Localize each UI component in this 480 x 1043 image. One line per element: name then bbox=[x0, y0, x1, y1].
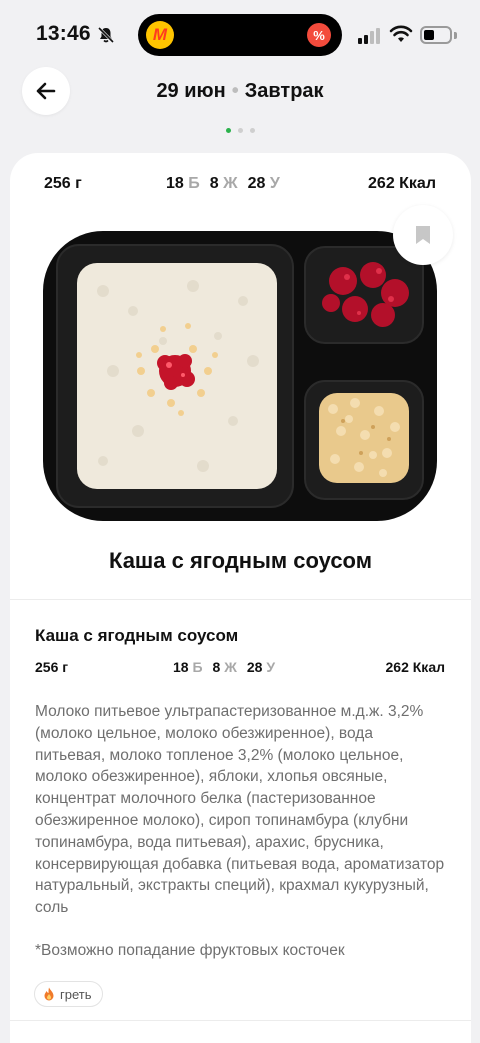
protein-value: 18 bbox=[173, 659, 189, 675]
fat-value: 8 bbox=[212, 659, 221, 675]
bottom-divider bbox=[10, 1020, 471, 1021]
details-macro-values: 18 Б 8 Ж 28 У bbox=[173, 659, 275, 675]
summary-carbs: 28 У bbox=[248, 175, 280, 193]
dish-photo bbox=[43, 231, 437, 521]
summary-protein: 18 Б bbox=[166, 175, 200, 193]
protein-letter: Б bbox=[192, 659, 203, 675]
page-dot-2 bbox=[237, 128, 243, 133]
island-badge-label: % bbox=[313, 27, 325, 43]
summary-macro-values: 18 Б 8 Ж 28 У bbox=[166, 175, 280, 193]
fat-letter: Ж bbox=[223, 175, 238, 192]
dynamic-island[interactable]: M % bbox=[138, 14, 342, 56]
details-kcal: 262 Ккал bbox=[385, 659, 445, 675]
island-app-letter: M bbox=[152, 25, 168, 44]
details-title: Каша с ягодным соусом bbox=[35, 626, 239, 645]
carbs-value: 28 bbox=[246, 659, 263, 675]
cellular-signal-icon bbox=[358, 28, 380, 44]
protein-letter: Б bbox=[188, 175, 200, 192]
protein-value: 18 bbox=[166, 175, 184, 192]
header-separator: • bbox=[231, 80, 239, 102]
fat-letter: Ж bbox=[224, 659, 237, 675]
pits-note: *Возможно попадание фруктовых косточек bbox=[35, 942, 345, 959]
carbs-letter: У bbox=[266, 659, 276, 675]
bookmark-icon bbox=[416, 226, 430, 244]
wifi-icon bbox=[389, 25, 413, 42]
ingredients-text: Молоко питьевое ультрапастеризованное м.… bbox=[35, 703, 445, 917]
bookmark-button[interactable] bbox=[393, 205, 453, 265]
bell-muted-icon bbox=[97, 26, 115, 44]
dish-card: 256 г 18 Б 8 Ж 28 У 262 Ккал Каша с ягод… bbox=[10, 153, 471, 1043]
divider bbox=[10, 599, 471, 600]
battery-icon bbox=[420, 26, 452, 44]
heat-tag-label: греть bbox=[60, 986, 92, 1002]
status-bar: 13:46 M % bbox=[0, 0, 480, 70]
summary-kcal: 262 Ккал bbox=[368, 175, 436, 192]
fat-value: 8 bbox=[209, 175, 219, 192]
heat-tag: греть bbox=[34, 981, 103, 1007]
dish-photo-illustration bbox=[56, 244, 424, 508]
carbs-value: 28 bbox=[247, 175, 266, 192]
page-title: 29 июн • Завтрак bbox=[0, 80, 480, 103]
details-fat: 8 Ж bbox=[213, 659, 237, 675]
header-meal: Завтрак bbox=[244, 80, 324, 102]
details-weight: 256 г bbox=[35, 659, 69, 675]
page-dot-1 bbox=[225, 128, 231, 133]
page-dot-3 bbox=[249, 128, 255, 133]
summary-fat: 8 Ж bbox=[210, 175, 238, 193]
page-indicator bbox=[0, 128, 480, 133]
carbs-letter: У bbox=[269, 175, 280, 192]
summary-weight: 256 г bbox=[44, 175, 82, 192]
details-protein: 18 Б bbox=[173, 659, 203, 675]
dish-title: Каша с ягодным соусом bbox=[109, 548, 372, 573]
header-date: 29 июн bbox=[156, 80, 226, 102]
details-carbs: 28 У bbox=[247, 659, 275, 675]
flame-icon bbox=[44, 987, 54, 1001]
status-time: 13:46 bbox=[36, 22, 91, 45]
island-app-logo: M bbox=[146, 21, 174, 49]
discount-badge-icon: % bbox=[307, 23, 331, 47]
